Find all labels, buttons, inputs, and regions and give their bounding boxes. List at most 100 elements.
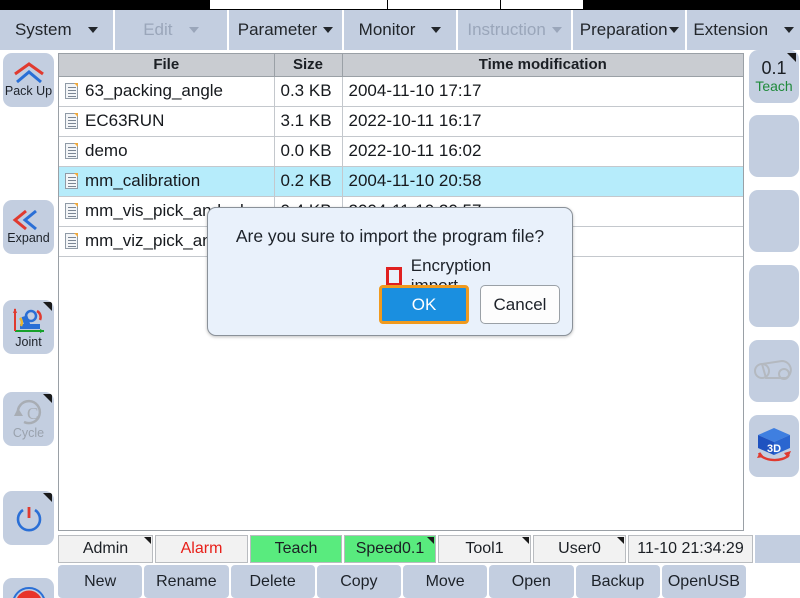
menu-item-extension-label: Extension — [693, 20, 769, 39]
top-strip-segment-3 — [501, 0, 583, 9]
corner-marker-icon — [617, 537, 624, 544]
status-badge-user-level[interactable]: Admin — [58, 535, 153, 563]
menu-item-preparation-label: Preparation — [579, 20, 668, 39]
menu-item-system[interactable]: System — [0, 10, 113, 50]
rename-button[interactable]: Rename — [144, 565, 229, 598]
status-badge-mode[interactable]: Teach — [250, 535, 342, 563]
new-button[interactable]: New — [58, 565, 143, 598]
column-header-time[interactable]: Time modification — [342, 54, 743, 77]
status-badge-speed[interactable]: Speed0.1 — [344, 535, 436, 563]
chevron-down-icon — [668, 27, 679, 33]
chevron-down-icon — [431, 27, 442, 33]
file-name-text: 63_packing_angle — [85, 81, 224, 100]
cell-file-name: EC63RUN — [59, 106, 275, 137]
file-name-text: demo — [85, 141, 128, 160]
copy-button[interactable]: Copy — [316, 565, 401, 598]
status-badge-alarm[interactable]: Alarm — [155, 535, 248, 563]
sidebar-item-ini[interactable]: INI — [3, 578, 54, 598]
cell-file-size: 0.3 KB — [274, 76, 343, 107]
robot-joint-icon — [12, 308, 44, 333]
status-datetime-text: 11-10 21:34:29 — [637, 540, 744, 557]
right-sidebar-item-4[interactable] — [749, 265, 799, 327]
chevron-up-icon — [13, 62, 44, 84]
menu-item-preparation[interactable]: Preparation — [572, 10, 686, 50]
sidebar-item-pack-up[interactable]: Pack Up — [3, 53, 54, 107]
cancel-button[interactable]: Cancel — [480, 285, 560, 324]
top-black-strip — [0, 0, 800, 10]
corner-marker-icon — [43, 302, 52, 311]
cell-file-time: 2022-10-11 16:17 — [342, 106, 743, 137]
corner-marker-icon — [522, 537, 529, 544]
sidebar-item-joint[interactable]: Joint — [3, 300, 54, 354]
corner-marker-icon — [43, 493, 52, 502]
cube-3d-label: 3D — [767, 443, 781, 455]
column-header-file[interactable]: File — [59, 54, 275, 77]
right-sidebar-item-3[interactable] — [749, 190, 799, 252]
top-strip-segment-2 — [388, 0, 501, 9]
cell-file-time: 2004-11-10 17:17 — [342, 76, 743, 107]
status-alarm-text: Alarm — [180, 540, 223, 557]
status-badge-datetime: 11-10 21:34:29 — [628, 535, 753, 563]
sidebar-item-cycle-label: Cycle — [12, 426, 45, 440]
file-name-text: EC63RUN — [85, 111, 165, 130]
column-header-size[interactable]: Size — [274, 54, 343, 77]
document-icon — [65, 233, 78, 249]
menu-item-edit: Edit — [114, 10, 228, 50]
right-sidebar-item-2[interactable] — [749, 115, 799, 177]
document-icon — [65, 173, 78, 189]
bottom-toolbar-filler — [748, 565, 800, 598]
cell-file-name: 63_packing_angle — [59, 76, 275, 107]
delete-button[interactable]: Delete — [230, 565, 315, 598]
status-badge-tool[interactable]: Tool1 — [438, 535, 531, 563]
table-row[interactable]: demo 0.0 KB 2022-10-11 16:02 — [59, 136, 743, 167]
status-mode-text: Teach — [274, 540, 318, 557]
sidebar-item-cycle: C Cycle — [3, 392, 54, 446]
open-usb-button[interactable]: OpenUSB — [661, 565, 746, 598]
bottom-toolbar: New Rename Delete Copy Move Open Backup … — [58, 565, 800, 598]
status-badge-user[interactable]: User0 — [533, 535, 626, 563]
document-icon — [65, 83, 78, 99]
right-sidebar-item-3d-view[interactable]: 3D — [749, 415, 799, 477]
chevron-down-icon — [323, 27, 334, 33]
corner-marker-icon — [787, 53, 796, 62]
right-sidebar-item-tool[interactable] — [749, 340, 799, 402]
chevron-down-icon — [551, 27, 562, 33]
menu-item-instruction: Instruction — [458, 10, 571, 50]
cell-file-name: demo — [59, 136, 275, 167]
chevron-down-icon — [87, 27, 98, 33]
sidebar-item-power[interactable] — [3, 491, 54, 545]
teach-speed-value: 0.1 — [761, 58, 787, 78]
menu-item-extension[interactable]: Extension — [687, 10, 800, 50]
backup-button[interactable]: Backup — [575, 565, 660, 598]
sidebar-item-joint-label: Joint — [15, 335, 42, 349]
cell-file-size: 0.0 KB — [274, 136, 343, 167]
corner-marker-icon — [427, 537, 434, 544]
status-bar-filler — [755, 535, 800, 563]
move-button[interactable]: Move — [403, 565, 488, 598]
chevron-left-icon — [12, 209, 37, 231]
encryption-import-checkbox[interactable] — [386, 266, 402, 286]
import-confirm-dialog: Are you sure to import the program file?… — [207, 207, 573, 336]
right-sidebar-item-teach[interactable]: 0.1 Teach — [749, 50, 799, 103]
sidebar-item-expand-label: Expand — [7, 231, 50, 245]
robot-arm-icon — [754, 359, 792, 380]
dialog-button-row: OK Cancel — [379, 285, 560, 324]
table-row[interactable]: 63_packing_angle 0.3 KB 2004-11-10 17:17 — [59, 76, 743, 107]
top-strip-segment-1 — [210, 0, 388, 9]
dialog-message: Are you sure to import the program file? — [235, 226, 545, 246]
file-name-text: mm_calibration — [85, 171, 201, 190]
menu-item-instruction-label: Instruction — [467, 20, 546, 39]
teach-mode-label: Teach — [755, 78, 793, 94]
menu-item-parameter[interactable]: Parameter — [229, 10, 342, 50]
chevron-down-icon — [188, 27, 199, 33]
power-icon — [16, 507, 41, 532]
status-speed-text: Speed0.1 — [355, 540, 425, 557]
menu-item-monitor[interactable]: Monitor — [343, 10, 457, 50]
svg-text:C: C — [27, 404, 38, 423]
menu-item-system-label: System — [14, 20, 72, 39]
ok-button[interactable]: OK — [379, 285, 469, 324]
sidebar-item-expand[interactable]: Expand — [3, 200, 54, 254]
table-row-selected[interactable]: mm_calibration 0.2 KB 2004-11-10 20:58 — [59, 166, 743, 197]
open-button[interactable]: Open — [489, 565, 574, 598]
table-row[interactable]: EC63RUN 3.1 KB 2022-10-11 16:17 — [59, 106, 743, 137]
